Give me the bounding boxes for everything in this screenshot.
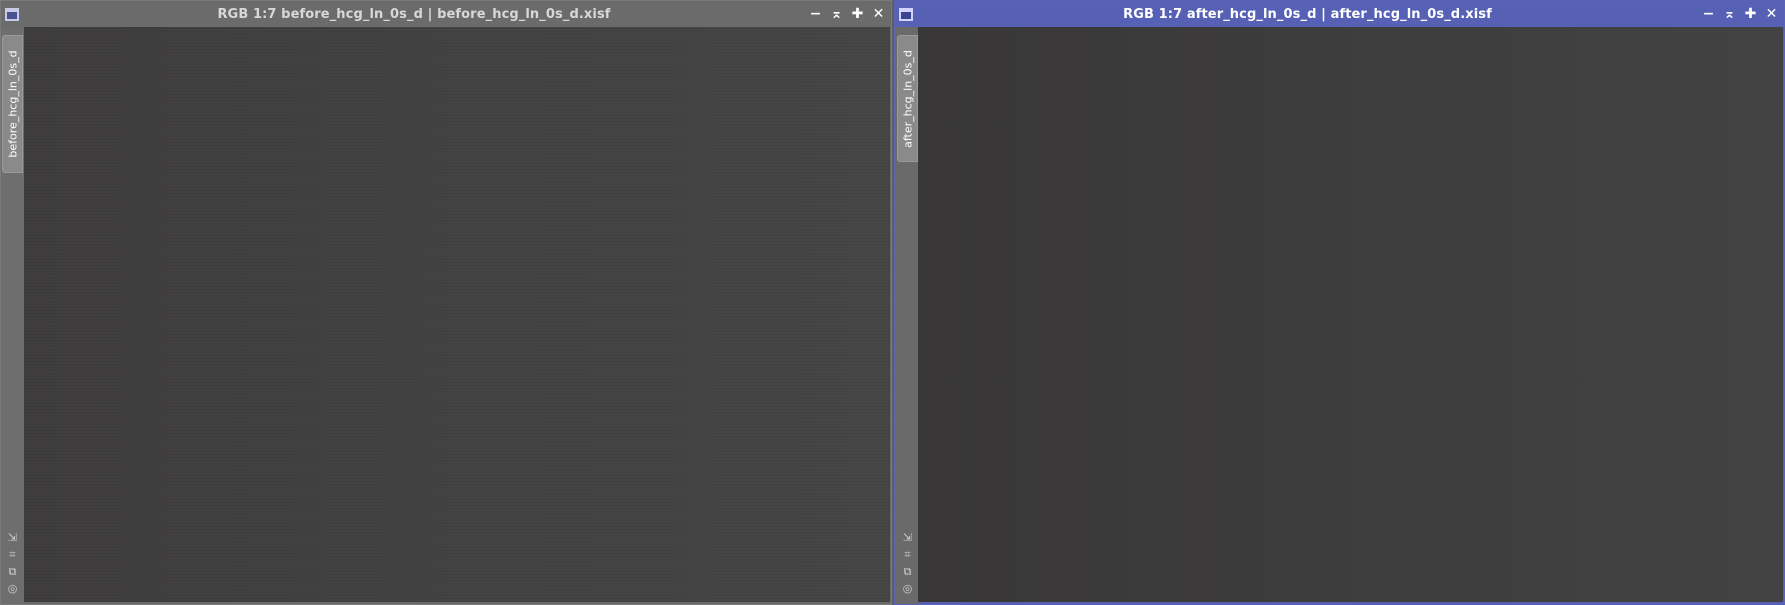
image-window-after[interactable]: RGB 1:7 after_hcg_ln_0s_d | after_hcg_ln… xyxy=(894,0,1785,605)
view-tab-label: before_hcg_ln_0s_d xyxy=(6,50,19,158)
zoom-icon[interactable]: ⌗ xyxy=(901,548,915,562)
zoom-icon[interactable]: ⌗ xyxy=(6,548,20,562)
shade-icon[interactable]: ⌅ xyxy=(830,7,843,21)
maximize-icon[interactable]: ✚ xyxy=(1744,7,1757,21)
window-icon[interactable] xyxy=(5,7,19,21)
window-title: RGB 1:7 after_hcg_ln_0s_d | after_hcg_ln… xyxy=(1123,6,1492,22)
close-icon[interactable]: ✕ xyxy=(1765,7,1778,21)
sidebar-tools: ⇲ ⌗ ⧉ ◎ xyxy=(1,531,24,596)
mask-icon[interactable]: ◎ xyxy=(6,582,20,596)
image-canvas[interactable] xyxy=(918,27,1783,602)
sidebar-tools: ⇲ ⌗ ⧉ ◎ xyxy=(896,531,919,596)
minimize-icon[interactable]: − xyxy=(1702,7,1715,21)
workspace: RGB 1:7 before_hcg_ln_0s_d | before_hcg_… xyxy=(0,0,1785,605)
title-bar[interactable]: RGB 1:7 after_hcg_ln_0s_d | after_hcg_ln… xyxy=(895,1,1784,27)
mask-icon[interactable]: ◎ xyxy=(901,582,915,596)
image-canvas[interactable] xyxy=(24,27,890,602)
view-sidebar: before_hcg_ln_0s_d ⇲ ⌗ ⧉ ◎ xyxy=(1,27,24,604)
close-icon[interactable]: ✕ xyxy=(872,7,885,21)
view-tab[interactable]: after_hcg_ln_0s_d xyxy=(897,35,918,162)
fit-view-icon[interactable]: ⇲ xyxy=(6,531,20,545)
minimize-icon[interactable]: − xyxy=(809,7,822,21)
fit-view-icon[interactable]: ⇲ xyxy=(901,531,915,545)
window-title: RGB 1:7 before_hcg_ln_0s_d | before_hcg_… xyxy=(217,6,611,22)
view-tab[interactable]: before_hcg_ln_0s_d xyxy=(2,35,23,173)
view-sidebar: after_hcg_ln_0s_d ⇲ ⌗ ⧉ ◎ xyxy=(895,27,919,604)
window-controls: − ⌅ ✚ ✕ xyxy=(1702,7,1780,21)
shade-icon[interactable]: ⌅ xyxy=(1723,7,1736,21)
view-tab-label: after_hcg_ln_0s_d xyxy=(901,49,914,148)
clone-icon[interactable]: ⧉ xyxy=(6,565,20,579)
title-bar[interactable]: RGB 1:7 before_hcg_ln_0s_d | before_hcg_… xyxy=(1,1,891,27)
maximize-icon[interactable]: ✚ xyxy=(851,7,864,21)
window-icon[interactable] xyxy=(899,7,913,21)
image-window-before[interactable]: RGB 1:7 before_hcg_ln_0s_d | before_hcg_… xyxy=(0,0,892,605)
clone-icon[interactable]: ⧉ xyxy=(901,565,915,579)
window-controls: − ⌅ ✚ ✕ xyxy=(809,7,887,21)
